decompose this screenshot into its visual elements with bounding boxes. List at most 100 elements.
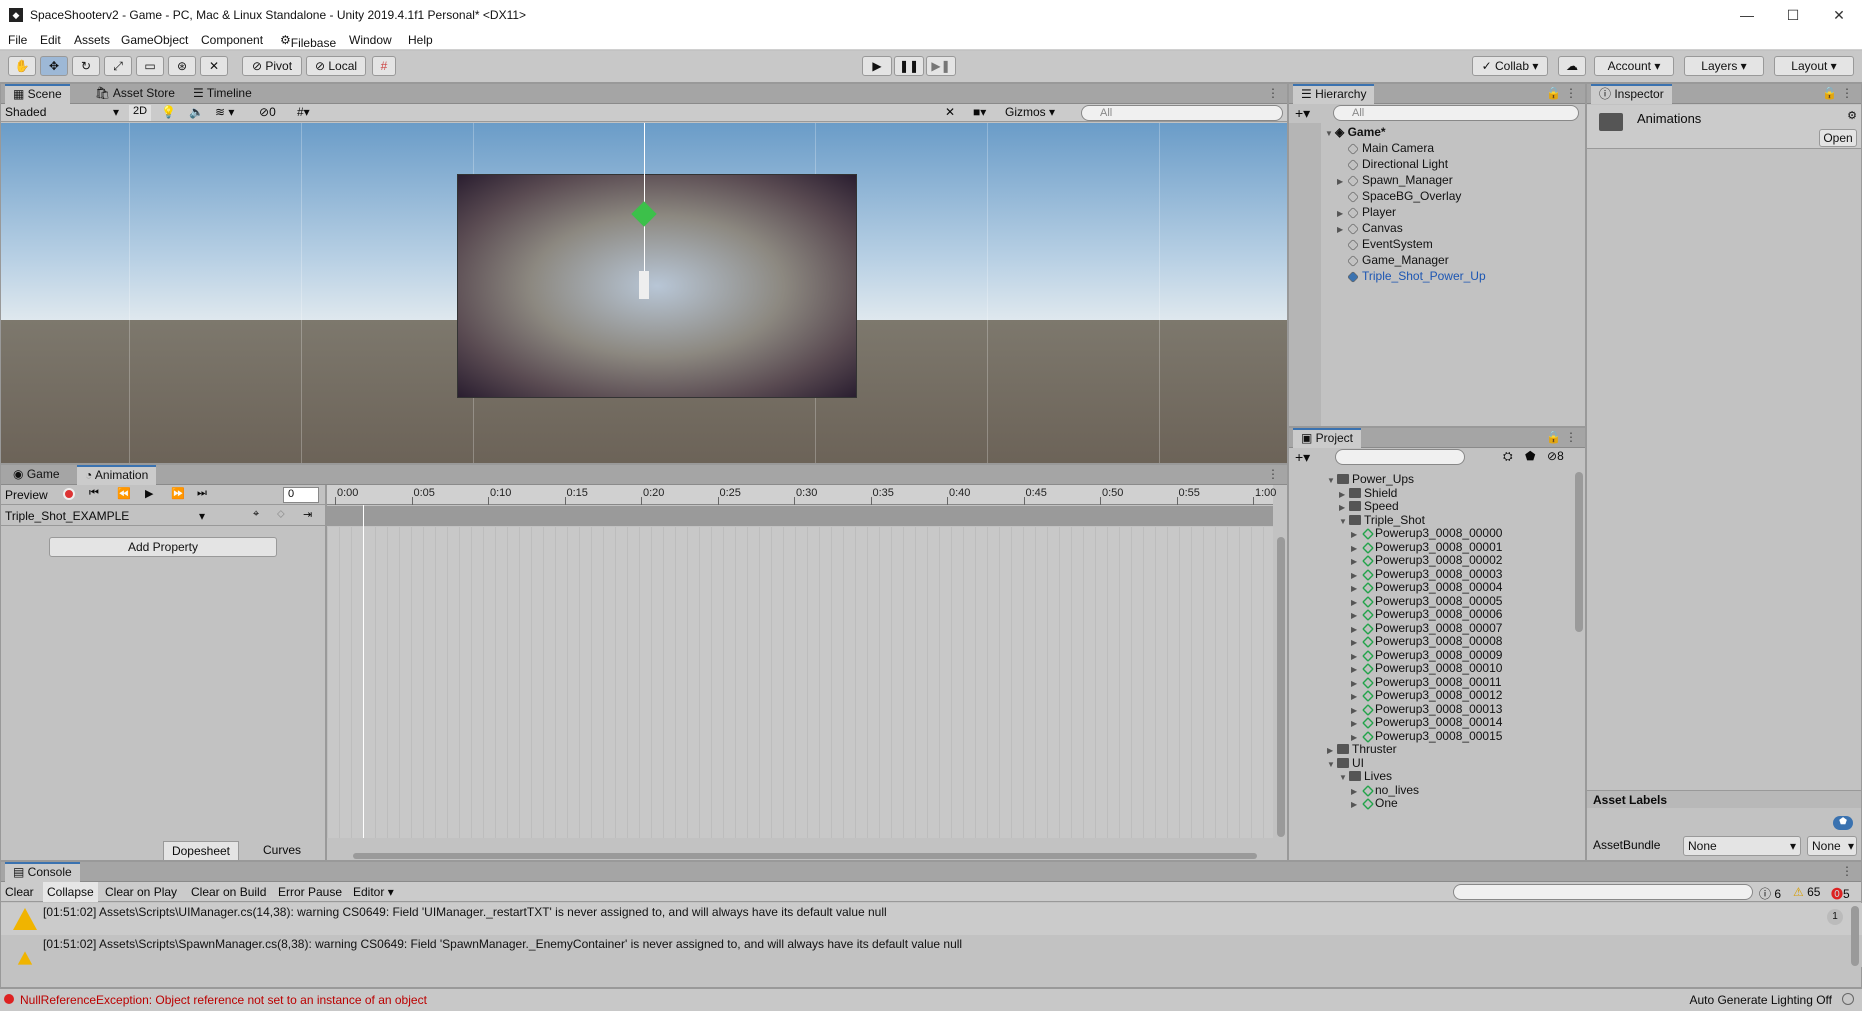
tab-game[interactable]: ◉ Game [5, 465, 68, 485]
hierarchy-item[interactable]: Triple_Shot_Power_Up [1337, 268, 1486, 284]
last-keyframe-icon[interactable]: ⏭ [197, 487, 207, 500]
frame-input[interactable]: 0 [283, 487, 319, 503]
tab-asset-store[interactable]: 🛍 Asset Store [87, 84, 183, 104]
layers-dropdown[interactable]: Layers ▾ [1684, 56, 1764, 76]
project-folder[interactable]: ▼ Triple_Shot [1339, 513, 1425, 527]
effects-toggle-icon[interactable]: ≋ ▾ [215, 105, 234, 119]
menu-assets[interactable]: Assets [74, 33, 110, 47]
play-animation-icon[interactable]: ▶ [145, 487, 153, 500]
tab-inspector[interactable]: ⓘ Inspector [1591, 84, 1672, 104]
prev-keyframe-icon[interactable]: ⏪ [117, 487, 131, 500]
project-asset[interactable]: ▶ Powerup3_0008_00015 [1351, 729, 1502, 743]
step-button[interactable]: ▶❚ [926, 56, 956, 76]
tab-project[interactable]: ▣ Project [1293, 428, 1362, 448]
gizmos-dropdown[interactable]: Gizmos ▾ [1005, 105, 1055, 119]
project-asset[interactable]: ▶ Powerup3_0008_00000 [1351, 526, 1502, 540]
scene-viewport[interactable] [1, 123, 1287, 463]
add-property-button[interactable]: Add Property [49, 537, 277, 557]
tab-timeline[interactable]: ☰ Timeline [185, 84, 260, 104]
panel-menu-icon[interactable]: ⋮ [1565, 430, 1577, 444]
label-tag-icon[interactable]: ⬟ [1833, 816, 1853, 830]
shading-dropdown[interactable]: Shaded ▾ [5, 105, 121, 121]
warning-count[interactable]: ⚠ 65 [1793, 885, 1820, 899]
panel-menu-icon[interactable]: ⋮ [1267, 86, 1279, 100]
panel-menu-icon[interactable]: ⋮ [1841, 86, 1853, 100]
project-asset[interactable]: ▶ Powerup3_0008_00008 [1351, 634, 1502, 648]
error-count[interactable]: ⓿5 [1831, 885, 1850, 902]
custom-tool-icon[interactable]: ✕ [200, 56, 228, 76]
cloud-icon[interactable]: ☁ [1558, 56, 1586, 76]
clip-dropdown[interactable]: Triple_Shot_EXAMPLE ▾ [5, 509, 205, 523]
project-asset[interactable]: ▶ Powerup3_0008_00007 [1351, 621, 1502, 635]
project-asset[interactable]: ▶ Powerup3_0008_00001 [1351, 540, 1502, 554]
lock-icon[interactable]: 🔒 [1822, 86, 1837, 100]
clear-on-play-toggle[interactable]: Clear on Play [105, 885, 177, 899]
curves-tab[interactable]: Curves [241, 841, 323, 861]
preview-toggle[interactable]: Preview [5, 488, 48, 502]
tab-hierarchy[interactable]: ☰ Hierarchy [1293, 84, 1375, 104]
tab-animation[interactable]: ◔ Animation [77, 465, 157, 485]
info-count[interactable]: ⓘ 6 [1759, 885, 1781, 902]
settings-icon[interactable]: ⚙ [1847, 109, 1857, 122]
project-scrollbar[interactable] [1575, 472, 1583, 632]
dopesheet-tab[interactable]: Dopesheet [163, 841, 239, 861]
open-button[interactable]: Open [1819, 129, 1857, 147]
timeline-hscrollbar[interactable] [353, 853, 1257, 859]
scene-search-input[interactable]: All [1081, 105, 1283, 121]
project-folder[interactable]: ▼ Power_Ups [1327, 472, 1414, 486]
lighting-toggle-icon[interactable]: 💡 [161, 105, 176, 119]
lock-icon[interactable]: 🔒 [1546, 430, 1561, 444]
collab-dropdown[interactable]: ✓ Collab ▾ [1472, 56, 1548, 76]
filter-label-icon[interactable]: ⬟ [1525, 449, 1535, 463]
pivot-toggle[interactable]: ⊘ Pivot [242, 56, 302, 76]
hierarchy-item[interactable]: ▶ Player [1337, 204, 1396, 220]
menu-filebase[interactable]: ⚙ Filebase [280, 33, 336, 50]
menu-component[interactable]: Component [201, 33, 263, 47]
grid-toggle-icon[interactable]: #▾ [297, 105, 310, 119]
maximize-button[interactable]: ☐ [1770, 0, 1816, 30]
error-pause-toggle[interactable]: Error Pause [278, 885, 342, 899]
project-asset[interactable]: ▶ Powerup3_0008_00012 [1351, 688, 1502, 702]
filter-type-icon[interactable]: ⛭ [1503, 449, 1513, 464]
transform-tool-icon[interactable]: ⊛ [168, 56, 196, 76]
menu-gameobject[interactable]: GameObject [121, 33, 188, 47]
expand-arrow-icon[interactable]: ▼ [1327, 758, 1337, 772]
hierarchy-item[interactable]: Main Camera [1337, 140, 1434, 156]
play-button[interactable]: ▶ [862, 56, 892, 76]
asset-bundle-dropdown[interactable]: None ▾ [1683, 836, 1801, 856]
lock-icon[interactable]: 🔒 [1546, 86, 1561, 100]
project-search-input[interactable] [1335, 449, 1465, 465]
local-toggle[interactable]: ⊘ Local [306, 56, 366, 76]
close-button[interactable]: ✕ [1816, 0, 1862, 30]
menu-file[interactable]: File [8, 33, 27, 47]
hierarchy-search-input[interactable]: All [1333, 105, 1579, 121]
hierarchy-item[interactable]: Game_Manager [1337, 252, 1449, 268]
audio-toggle-icon[interactable]: 🔈 [189, 105, 204, 119]
hierarchy-item[interactable]: Directional Light [1337, 156, 1448, 172]
panel-menu-icon[interactable]: ⋮ [1841, 864, 1853, 878]
project-asset[interactable]: ▶ no_lives [1351, 783, 1419, 797]
project-folder[interactable]: ▶ Thruster [1327, 742, 1397, 756]
create-dropdown[interactable]: +▾ [1295, 449, 1310, 466]
panel-menu-icon[interactable]: ⋮ [1267, 467, 1279, 481]
first-keyframe-icon[interactable]: ⏮ [89, 487, 99, 500]
project-folder[interactable]: ▶ Speed [1339, 499, 1399, 513]
project-asset[interactable]: ▶ Powerup3_0008_00014 [1351, 715, 1502, 729]
editor-dropdown[interactable]: Editor ▾ [353, 885, 394, 899]
hierarchy-item[interactable]: ▶ Canvas [1337, 220, 1403, 236]
tab-console[interactable]: ▤ Console [5, 862, 80, 882]
project-asset[interactable]: ▶ Powerup3_0008_00010 [1351, 661, 1502, 675]
project-asset[interactable]: ▶ Powerup3_0008_00006 [1351, 607, 1502, 621]
scene-root[interactable]: ▼ ◈ Game* [1325, 124, 1386, 140]
camera-icon[interactable]: ■▾ [973, 105, 986, 119]
project-folder[interactable]: ▶ Shield [1339, 486, 1397, 500]
2d-toggle[interactable]: 2D [129, 105, 151, 121]
layout-dropdown[interactable]: Layout ▾ [1774, 56, 1854, 76]
panel-menu-icon[interactable]: ⋮ [1565, 86, 1577, 100]
scale-tool-icon[interactable]: ⤢ [104, 56, 132, 76]
add-event-marker-icon[interactable]: ⇥ [303, 508, 312, 521]
tab-scene[interactable]: ▦ Scene [5, 84, 70, 104]
menu-help[interactable]: Help [408, 33, 433, 47]
minimize-button[interactable]: — [1724, 0, 1770, 30]
console-message[interactable]: [01:51:02] Assets\Scripts\SpawnManager.c… [1, 935, 1862, 967]
